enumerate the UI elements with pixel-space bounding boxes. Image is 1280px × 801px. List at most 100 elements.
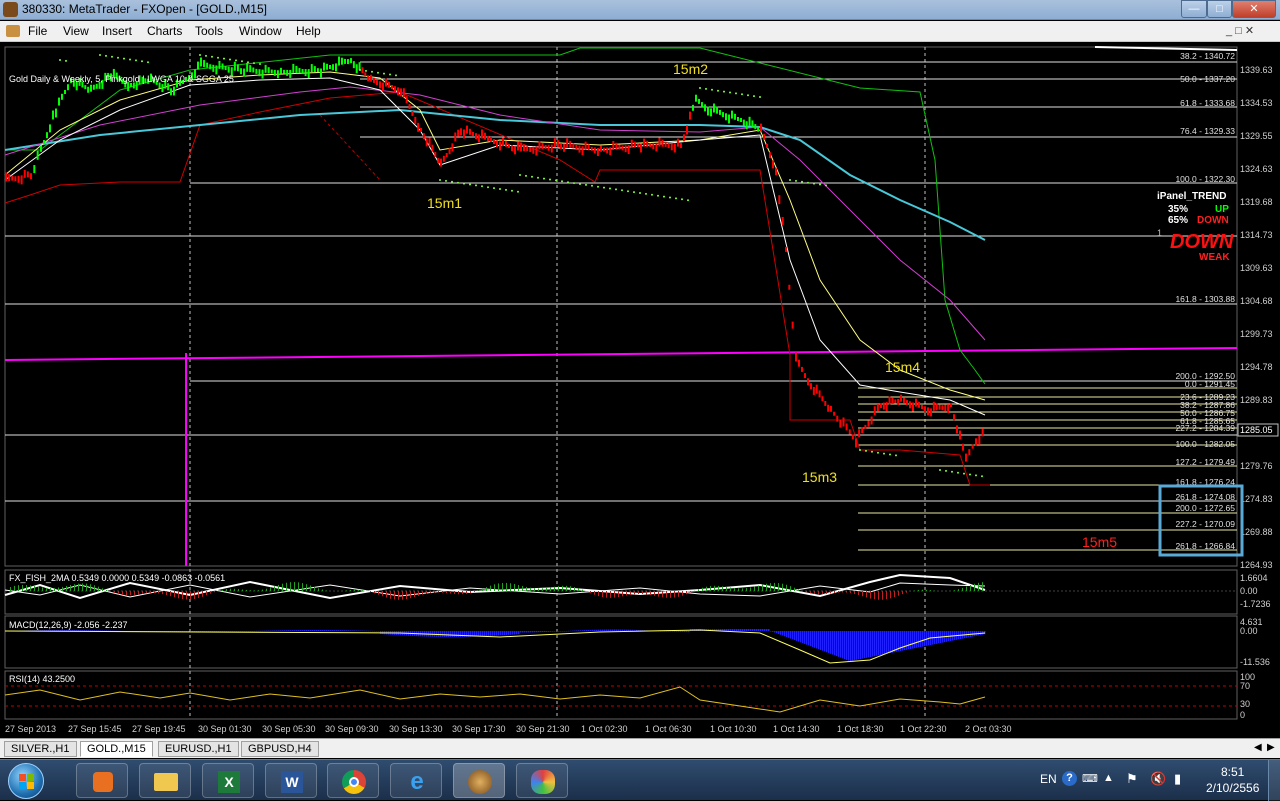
fisher-bar xyxy=(454,591,455,594)
candle xyxy=(289,70,291,78)
candle xyxy=(846,423,848,430)
candle xyxy=(566,138,568,147)
candle xyxy=(359,62,361,70)
tab-gbpusd[interactable]: GBPUSD,H4 xyxy=(241,741,319,757)
fisher-bar xyxy=(242,589,243,591)
taskbar-excel[interactable]: X xyxy=(202,763,254,798)
macd-bar xyxy=(618,630,620,631)
macd-bar xyxy=(526,631,528,632)
macd-bar xyxy=(286,630,288,631)
taskbar-ie[interactable]: e xyxy=(390,763,442,798)
fisher-bar xyxy=(546,588,547,591)
sar-dot xyxy=(585,184,587,186)
macd-bar xyxy=(274,630,276,631)
macd-bar xyxy=(266,631,268,632)
close-button[interactable]: ✕ xyxy=(1232,0,1276,18)
macd-bar xyxy=(610,630,612,631)
sar-dot xyxy=(451,181,453,183)
price-tick: 1274.83 xyxy=(1240,494,1273,504)
taskbar-media-player[interactable] xyxy=(76,763,128,798)
time-tick: 1 Oct 06:30 xyxy=(645,724,692,734)
sar-dot xyxy=(639,192,641,194)
tab-scroll-left-icon[interactable]: ◀ xyxy=(1254,742,1262,753)
fisher-bar xyxy=(450,591,451,594)
taskbar-metatrader[interactable] xyxy=(453,763,505,798)
fisher-bar xyxy=(322,590,323,591)
macd-bar xyxy=(302,630,304,631)
price-tick: 1264.93 xyxy=(1240,560,1273,570)
menu-insert[interactable]: Insert xyxy=(102,24,132,38)
macd-bar xyxy=(808,631,810,645)
sar-dot xyxy=(135,59,137,61)
menu-charts[interactable]: Charts xyxy=(147,24,182,38)
keyboard-icon[interactable]: ⌨ xyxy=(1082,772,1098,785)
fisher-bar xyxy=(378,591,379,595)
tab-silver[interactable]: SILVER.,H1 xyxy=(4,741,77,757)
sar-dot xyxy=(699,87,701,89)
macd-bar xyxy=(450,631,452,637)
taskbar-chrome[interactable] xyxy=(327,763,379,798)
fisher-bar xyxy=(822,591,823,594)
macd-bar xyxy=(740,629,742,631)
price-chart[interactable]: 1339.631334.531329.551324.631319.681314.… xyxy=(0,43,1280,737)
menu-tools[interactable]: Tools xyxy=(195,24,223,38)
fib-label: 261.8 - 1266.84 xyxy=(1175,541,1235,551)
word-icon: W xyxy=(281,771,303,793)
clock-time[interactable]: 8:51 xyxy=(1221,765,1244,779)
menu-file[interactable]: File xyxy=(28,24,47,38)
minimize-button[interactable]: — xyxy=(1181,0,1207,18)
start-button[interactable] xyxy=(8,763,44,799)
fisher-bar xyxy=(398,591,399,600)
language-indicator[interactable]: EN xyxy=(1040,772,1057,786)
tab-gold[interactable]: GOLD.,M15 xyxy=(80,741,153,757)
candle xyxy=(569,141,571,148)
candle xyxy=(84,85,86,89)
candle xyxy=(903,398,905,403)
menu-view[interactable]: View xyxy=(63,24,89,38)
fisher-bar xyxy=(518,585,519,591)
fisher-bar xyxy=(434,591,435,593)
candle xyxy=(382,83,384,92)
maximize-button[interactable]: □ xyxy=(1207,0,1232,18)
candle xyxy=(437,158,439,163)
candle xyxy=(631,140,633,148)
menu-help[interactable]: Help xyxy=(296,24,321,38)
sar-dot xyxy=(211,56,213,58)
sar-dot xyxy=(687,199,689,201)
candle xyxy=(487,136,489,141)
taskbar-explorer[interactable] xyxy=(139,763,191,798)
show-desktop-button[interactable] xyxy=(1268,760,1280,801)
tab-scroll-right-icon[interactable]: ▶ xyxy=(1267,742,1275,753)
menu-window[interactable]: Window xyxy=(239,24,282,38)
flag-icon[interactable]: ⚑ xyxy=(1126,771,1138,787)
speaker-icon[interactable]: 🔇 xyxy=(1150,771,1166,787)
macd-bar xyxy=(572,631,574,632)
show-hidden-icons[interactable]: ▲ xyxy=(1103,772,1114,784)
fisher-bar xyxy=(38,587,39,591)
taskbar-paint[interactable] xyxy=(516,763,568,798)
sar-dot xyxy=(505,189,507,191)
help-icon[interactable]: ? xyxy=(1062,771,1077,786)
fisher-bar xyxy=(854,591,855,594)
network-icon[interactable]: ▮ xyxy=(1174,771,1181,787)
candle xyxy=(302,69,304,74)
fisher-bar xyxy=(282,584,283,591)
chart-window[interactable]: 1339.631334.531329.551324.631319.681314.… xyxy=(0,43,1280,737)
sar-dot xyxy=(377,72,379,74)
tab-eurusd[interactable]: EURUSD.,H1 xyxy=(158,741,239,757)
clock-date[interactable]: 2/10/2556 xyxy=(1206,781,1259,795)
candle xyxy=(258,69,260,76)
candle xyxy=(451,143,453,151)
fisher-bar xyxy=(554,587,555,591)
ipanel-up-pct: 35% xyxy=(1168,204,1188,215)
fisher-bar xyxy=(302,583,303,591)
macd-bar xyxy=(344,630,346,631)
macd-bar xyxy=(748,629,750,631)
sar-dot xyxy=(615,188,617,190)
taskbar-word[interactable]: W xyxy=(265,763,317,798)
mdi-controls[interactable]: _ □ ✕ xyxy=(1226,24,1254,37)
macd-label: MACD(12,26,9) -2.056 -2.237 xyxy=(9,620,128,630)
fisher-bar xyxy=(790,586,791,591)
macd-bar xyxy=(436,631,438,637)
candle xyxy=(900,395,902,402)
